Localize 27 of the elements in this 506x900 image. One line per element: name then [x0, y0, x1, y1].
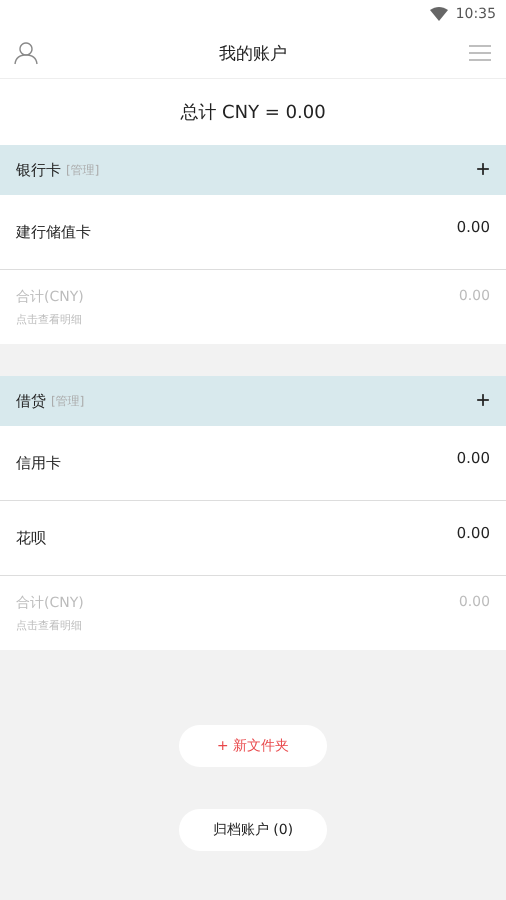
subtotal-amount: 0.00: [458, 594, 490, 612]
subtotal-amount: 0.00: [458, 288, 490, 306]
account-amount: 0.00: [456, 218, 490, 236]
user-icon[interactable]: [14, 41, 38, 65]
account-row[interactable]: 建行储值卡 0.00: [0, 195, 506, 270]
add-button[interactable]: +: [476, 158, 490, 182]
account-amount: 0.00: [456, 524, 490, 542]
group-title: 借贷: [16, 392, 46, 410]
account-name: 建行储值卡: [16, 222, 91, 242]
subtotal-label: 合计(CNY): [16, 594, 84, 612]
subtotal-label: 合计(CNY): [16, 288, 84, 306]
archive-button[interactable]: 归档账户 (0): [179, 809, 327, 851]
new-folder-button[interactable]: + 新文件夹: [179, 725, 327, 767]
menu-icon[interactable]: [468, 45, 492, 61]
account-name: 信用卡: [16, 454, 61, 472]
status-time: 10:35: [456, 6, 496, 22]
group-title: 银行卡: [16, 160, 61, 180]
account-name: 花呗: [16, 528, 46, 548]
add-button[interactable]: +: [476, 389, 490, 413]
account-row[interactable]: 信用卡 0.00: [0, 426, 506, 501]
total-amount: 总计 CNY = 0.00: [0, 79, 506, 145]
detail-hint: 点击查看明细: [16, 618, 82, 632]
page-title: 我的账户: [219, 42, 287, 64]
wifi-icon: [430, 7, 448, 21]
account-amount: 0.00: [456, 449, 490, 467]
account-row[interactable]: 花呗 0.00: [0, 501, 506, 576]
detail-hint: 点击查看明细: [16, 312, 82, 326]
